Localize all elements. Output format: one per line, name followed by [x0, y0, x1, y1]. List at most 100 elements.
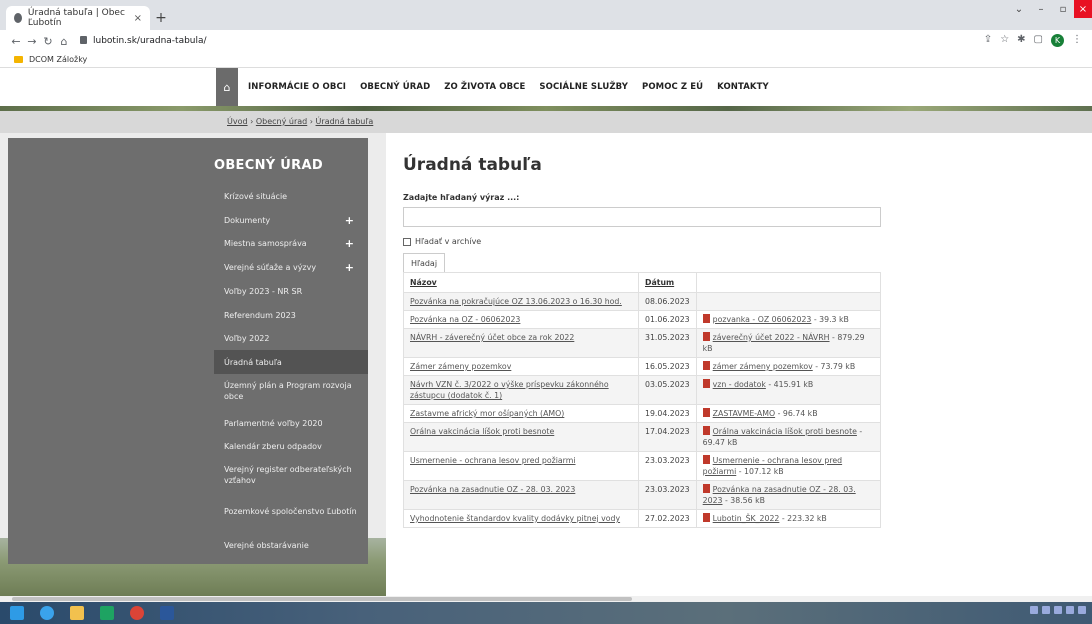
archive-checkbox[interactable] [403, 237, 411, 246]
sidebar-item-label: Miestna samospráva [224, 238, 307, 248]
bookmark-star-icon[interactable]: ☆ [1000, 34, 1009, 47]
tray-icon[interactable] [1054, 606, 1062, 614]
nav-item-informacie[interactable]: INFORMÁCIE O OBCI [248, 82, 346, 92]
menu-bar: ⌂ INFORMÁCIE O OBCI OBECNÝ ÚRAD ZO ŽIVOT… [216, 68, 783, 106]
explorer-taskbar[interactable] [64, 602, 90, 624]
tray-icon[interactable] [1066, 606, 1074, 614]
menu-kebab-icon[interactable]: ⋮ [1072, 34, 1082, 47]
plus-icon[interactable]: + [345, 238, 354, 249]
breadcrumb-obecny-urad[interactable]: Obecný úrad [256, 117, 307, 126]
search-button[interactable]: Hľadaj [403, 253, 445, 272]
share-icon[interactable]: ⇪ [984, 34, 992, 47]
nav-item-kontakty[interactable]: KONTAKTY [717, 82, 769, 92]
sidebar-item[interactable]: Verejný register odberateľských vzťahov [214, 458, 368, 492]
nav-item-pomoc-eu[interactable]: POMOC Z EÚ [642, 82, 703, 92]
scrollbar-thumb[interactable] [12, 597, 632, 601]
attachment-link[interactable]: zámer zámeny pozemkov [713, 362, 813, 371]
sidebar-item[interactable]: Dokumenty + [214, 208, 368, 232]
sidebar-item[interactable]: Referendum 2023 [214, 303, 368, 327]
minimize-button[interactable]: – [1030, 0, 1052, 18]
notice-title-link[interactable]: Zastavme africký mor ošípaných (AMO) [403, 404, 639, 423]
tray-icon[interactable] [1042, 606, 1050, 614]
notice-title-link[interactable]: Návrh VZN č. 3/2022 o výške príspevku zá… [403, 375, 639, 405]
tab-close-icon[interactable]: × [134, 13, 142, 24]
sidebar-item[interactable]: Verejné obstarávanie [214, 533, 368, 557]
attachment-link[interactable]: pozvanka - OZ 06062023 [713, 315, 812, 324]
sidebar-item[interactable]: Miestna samospráva + [214, 231, 368, 255]
sidebar-item[interactable]: Verejné súťaže a výzvy + [214, 255, 368, 279]
attachment-link[interactable]: vzn - dodatok [713, 380, 766, 389]
app-icon [100, 606, 114, 620]
nav-item-zo-zivota[interactable]: ZO ŽIVOTA OBCE [444, 82, 525, 92]
tab-search-icon[interactable]: ⌄ [1008, 0, 1030, 18]
breadcrumb-home[interactable]: Úvod [227, 117, 248, 126]
tab-title: Úradná tabuľa | Obec Ľubotín [27, 8, 125, 28]
chrome-taskbar[interactable] [124, 602, 150, 624]
notice-date: 08.06.2023 [638, 292, 697, 311]
pdf-icon [702, 314, 710, 323]
sidebar-item[interactable]: Územný plán a Program rozvoja obce [214, 372, 368, 410]
sidebar-item[interactable]: Krízové situácie [214, 186, 368, 206]
close-window-button[interactable]: × [1074, 0, 1092, 18]
notice-board-table: Názov Dátum Pozvánka na pokračujúce OZ 1… [403, 272, 882, 528]
attachment-link[interactable]: Orálna vakcinácia líšok proti besnote [713, 427, 857, 436]
sidebar-item[interactable]: Úradná tabuľa [214, 350, 368, 374]
sidepanel-icon[interactable]: ▢ [1034, 34, 1043, 47]
sidebar-item[interactable]: Kalendár zberu odpadov [214, 434, 368, 458]
tray-icon[interactable] [1030, 606, 1038, 614]
archive-checkbox-row[interactable]: Hľadať v archíve [403, 237, 481, 246]
column-header-name[interactable]: Názov [403, 272, 639, 293]
extensions-puzzle-icon[interactable]: ✱ [1017, 34, 1025, 47]
nav-item-obecny-urad[interactable]: OBECNÝ ÚRAD [360, 82, 430, 92]
nav-item-socialne[interactable]: SOCIÁLNE SLUŽBY [539, 82, 628, 92]
maximize-button[interactable]: ▫ [1052, 0, 1074, 18]
notice-title-link[interactable]: Pozvánka na zasadnutie OZ - 28. 03. 2023 [403, 480, 639, 510]
plus-icon[interactable]: + [345, 262, 354, 273]
sidebar-item-label: Kalendár zberu odpadov [224, 441, 322, 451]
bookmark-folder[interactable]: DCOM Záložky [29, 55, 87, 64]
sidebar-item[interactable]: Voľby 2023 - NR SR [214, 279, 368, 303]
search-input[interactable] [403, 207, 881, 227]
app-taskbar[interactable] [94, 602, 120, 624]
attachment-link[interactable]: záverečný účet 2022 - NÁVRH [713, 333, 830, 342]
home-icon[interactable]: ⌂ [216, 68, 238, 106]
sidebar-item[interactable]: Pozemkové spoločenstvo Ľubotín [214, 494, 368, 528]
notice-title-link[interactable]: Pozvánka na OZ - 06062023 [403, 310, 639, 329]
browser-tabbar: Úradná tabuľa | Obec Ľubotín × + ⌄ – ▫ × [0, 0, 1092, 30]
notice-title-link[interactable]: Zámer zámeny pozemkov [403, 357, 639, 376]
profile-avatar[interactable]: K [1051, 34, 1064, 47]
search-label: Zadajte hľadaný výraz ...: [403, 193, 520, 202]
start-button[interactable] [4, 602, 30, 624]
back-icon[interactable]: ← [8, 35, 24, 48]
sidebar-item-label: Dokumenty [224, 215, 271, 225]
forward-icon[interactable]: → [24, 35, 40, 48]
internet-explorer-icon [40, 606, 54, 620]
attachment-size: - 38.56 kB [722, 496, 765, 505]
notice-title-link[interactable]: NÁVRH - záverečný účet obce za rok 2022 [403, 328, 639, 358]
tray-icon[interactable] [1078, 606, 1086, 614]
breadcrumb-current[interactable]: Úradná tabuľa [316, 117, 374, 126]
attachment-size: - 73.79 kB [812, 362, 856, 371]
word-taskbar[interactable] [154, 602, 180, 624]
notice-title-link[interactable]: Pozvánka na pokračujúce OZ 13.06.2023 o … [403, 292, 639, 311]
breadcrumb: Úvod › Obecný úrad › Úradná tabuľa [227, 117, 374, 126]
sidebar-item-label: Verejné obstarávanie [224, 540, 309, 550]
attachment-link[interactable]: ZASTAVME-AMO [713, 409, 775, 418]
attachment-cell: ZASTAVME-AMO - 96.74 kB [695, 404, 882, 423]
ie-taskbar[interactable] [34, 602, 60, 624]
sidebar-item[interactable]: Voľby 2022 [214, 326, 368, 350]
plus-icon[interactable]: + [345, 215, 354, 226]
notice-title-link[interactable]: Usmernenie - ochrana lesov pred požiarmi [403, 451, 639, 481]
reload-icon[interactable]: ↻ [40, 35, 56, 48]
table-row: Návrh VZN č. 3/2022 o výške príspevku zá… [403, 375, 882, 405]
new-tab-button[interactable]: + [150, 6, 172, 30]
notice-title-link[interactable]: Orálna vakcinácia líšok proti besnote [403, 422, 639, 452]
notice-title-link[interactable]: Vyhodnotenie štandardov kvality dodávky … [403, 509, 639, 528]
sidebar-item[interactable]: Parlamentné voľby 2020 [214, 411, 368, 435]
column-header-date[interactable]: Dátum [638, 272, 697, 293]
url-field[interactable]: lubotin.sk/uradna-tabula/ [80, 36, 207, 46]
browser-tab[interactable]: Úradná tabuľa | Obec Ľubotín × [6, 6, 150, 30]
home-browser-icon[interactable]: ⌂ [56, 35, 72, 48]
table-row: Vyhodnotenie štandardov kvality dodávky … [403, 509, 882, 528]
attachment-link[interactable]: Lubotin_ŠK_2022 [713, 514, 780, 523]
